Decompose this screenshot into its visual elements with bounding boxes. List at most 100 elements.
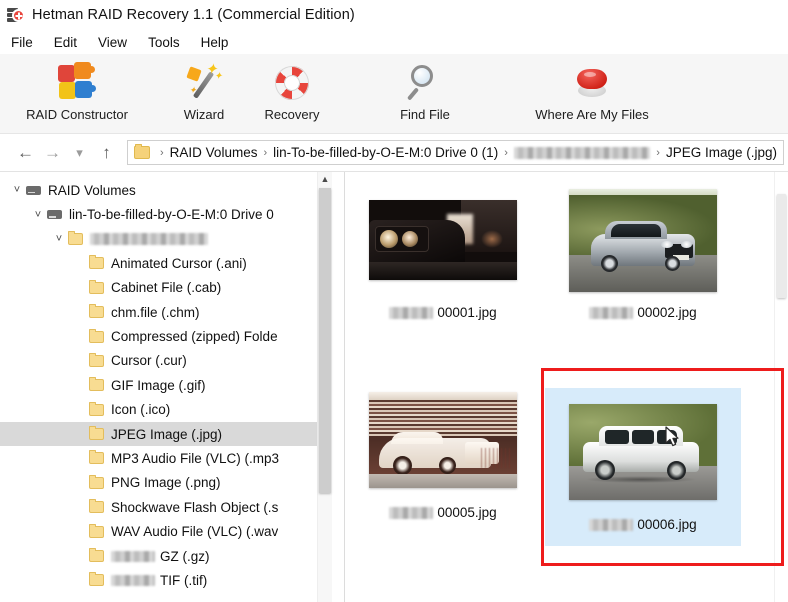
tree-item-label: MP3 Audio File (VLC) (.mp3 [111, 450, 280, 466]
file-name: 00001.jpg [389, 305, 497, 320]
file-thumbnail [369, 188, 517, 292]
toolbar-button-find-file[interactable]: Find File [389, 54, 461, 122]
file-name-redacted [389, 506, 434, 519]
toolbar-button-recovery[interactable]: Recovery [248, 54, 336, 122]
menu-item-file[interactable]: File [11, 35, 44, 50]
folder-icon [89, 474, 104, 489]
folder-icon [134, 144, 150, 159]
file-list-pane: 00001.jpg 00002.jpg 00005.jpg 00006.jpg [345, 172, 788, 602]
file-name-redacted [389, 306, 434, 319]
menu-item-view[interactable]: View [98, 35, 138, 50]
file-name-text: 00005.jpg [437, 505, 497, 520]
file-name-text: 00006.jpg [637, 517, 697, 532]
chevron-down-icon[interactable]: ˅ [29, 209, 47, 221]
toolbar-button-wizard[interactable]: ✦ ✦ ✦ Wizard [168, 54, 240, 122]
breadcrumb-item-raid-volumes[interactable]: RAID Volumes [170, 145, 258, 160]
main-content: ˅ RAID Volumes ˅ lin-To-be-filled-by-O-E-M:… [0, 171, 788, 602]
tree-item-label: GIF Image (.gif) [111, 377, 206, 393]
toolbar-button-where-are-my-files[interactable]: Where Are My Files [516, 54, 668, 122]
window-title: Hetman RAID Recovery 1.1 (Commercial Edi… [32, 7, 355, 23]
breadcrumb-item-drive[interactable]: lin-To-be-filled-by-O-E-M:0 Drive 0 (1) [273, 145, 498, 160]
tree-scrollbar[interactable]: ▲ [317, 172, 332, 602]
tree-item[interactable]: PNG Image (.png) [0, 471, 330, 495]
file-item[interactable]: 00005.jpg [345, 388, 541, 520]
breadcrumb[interactable]: › RAID Volumes › lin-To-be-filled-by-O-E… [127, 140, 784, 165]
folder-icon [89, 499, 104, 514]
file-list-scrollbar[interactable] [774, 172, 788, 602]
breadcrumb-separator: › [263, 146, 268, 159]
breadcrumb-separator: › [504, 146, 508, 159]
chevron-up-icon[interactable]: ▲ [318, 172, 332, 186]
tree-item[interactable]: Shockwave Flash Object (.s [0, 495, 330, 519]
thumbnail-image [369, 200, 517, 280]
tree-item-label: JPEG Image (.jpg) [111, 426, 223, 442]
life-ring-icon [269, 60, 315, 106]
address-bar: ← → ▾ ↑ › RAID Volumes › lin-To-be-fille… [0, 134, 788, 171]
chevron-down-icon[interactable]: ˅ [8, 184, 26, 196]
menu-item-edit[interactable]: Edit [54, 35, 88, 50]
file-name-text: 00001.jpg [437, 305, 497, 320]
tree-scrollbar-thumb[interactable] [319, 188, 331, 493]
arrow-up-icon[interactable]: ↑ [93, 139, 120, 166]
file-thumbnail-grid: 00001.jpg 00002.jpg 00005.jpg 00006.jpg [345, 188, 774, 602]
arrow-right-icon[interactable]: → [39, 139, 66, 166]
tree-item-label-redacted [111, 550, 155, 562]
breadcrumb-separator: › [656, 146, 660, 159]
toolbar-label-recovery: Recovery [264, 107, 320, 122]
folder-icon [89, 377, 104, 392]
tree-item-label: PNG Image (.png) [111, 475, 221, 491]
thumbnail-image [569, 404, 717, 500]
tree-item[interactable]: TIF (.tif) [0, 568, 330, 592]
menu-item-tools[interactable]: Tools [148, 35, 191, 50]
toolbar-label-wizard: Wizard [183, 107, 225, 122]
tree-item-label: WAV Audio File (VLC) (.wav [111, 524, 279, 540]
breadcrumb-item-redacted[interactable] [513, 146, 651, 159]
breadcrumb-item-jpeg-image[interactable]: JPEG Image (.jpg) [666, 145, 777, 160]
tree-item-label: Cursor (.cur) [111, 353, 187, 369]
tree-item[interactable]: Compressed (zipped) Folde [0, 324, 330, 348]
tree-item[interactable]: JPEG Image (.jpg) [0, 421, 330, 447]
toolbar-button-raid-constructor[interactable]: RAID Constructor [18, 54, 136, 122]
tree-item[interactable]: ˅ [0, 227, 330, 251]
tree-item[interactable]: Animated Cursor (.ani) [0, 251, 330, 275]
tree-item[interactable]: ˅ lin-To-be-filled-by-O-E-M:0 Drive 0 [0, 202, 330, 226]
tree-item-label: Compressed (zipped) Folde [111, 329, 278, 345]
thumbnail-image [369, 392, 517, 488]
tree-item-label-redacted [111, 574, 155, 586]
folder-icon [89, 255, 104, 270]
file-item[interactable]: 00001.jpg [345, 188, 541, 320]
chevron-down-icon[interactable]: ˅ [50, 233, 68, 245]
tree-item[interactable]: ˅ RAID Volumes [0, 178, 330, 202]
toolbar-label-raid-constructor: RAID Constructor [26, 107, 128, 122]
tree-item[interactable]: Cursor (.cur) [0, 349, 330, 373]
chevron-down-icon[interactable]: ▾ [66, 139, 93, 166]
menu-item-help[interactable]: Help [201, 35, 240, 50]
tree-item-label: Animated Cursor (.ani) [111, 255, 247, 271]
red-push-button-icon [569, 60, 615, 106]
folder-tree: ˅ RAID Volumes ˅ lin-To-be-filled-by-O-E-M:… [0, 172, 330, 593]
magnifier-icon [402, 60, 448, 106]
file-thumbnail [569, 188, 717, 292]
drive-icon [47, 210, 62, 220]
tree-item-label: Shockwave Flash Object (.s [111, 499, 279, 515]
file-item[interactable]: 00002.jpg [545, 188, 741, 320]
file-name: 00002.jpg [589, 305, 697, 320]
tree-item[interactable]: Cabinet File (.cab) [0, 276, 330, 300]
tree-item[interactable]: MP3 Audio File (VLC) (.mp3 [0, 446, 330, 470]
file-item-selected[interactable]: 00006.jpg [545, 388, 741, 546]
thumbnail-image [569, 188, 717, 292]
puzzle-pieces-icon [54, 60, 100, 106]
tree-item[interactable]: GZ (.gz) [0, 544, 330, 568]
file-name-text: 00002.jpg [637, 305, 697, 320]
file-thumbnail [369, 388, 517, 492]
tree-item[interactable]: chm.file (.chm) [0, 300, 330, 324]
folder-icon [89, 279, 104, 294]
arrow-left-icon[interactable]: ← [12, 139, 39, 166]
tree-item[interactable]: WAV Audio File (VLC) (.wav [0, 519, 330, 543]
tree-item-label: lin-To-be-filled-by-O-E-M:0 Drive 0 [69, 207, 274, 223]
tree-item[interactable]: GIF Image (.gif) [0, 373, 330, 397]
file-list-scrollbar-thumb[interactable] [777, 194, 786, 298]
folder-icon [89, 328, 104, 343]
tree-item[interactable]: Icon (.ico) [0, 398, 330, 422]
folder-icon [89, 401, 104, 416]
